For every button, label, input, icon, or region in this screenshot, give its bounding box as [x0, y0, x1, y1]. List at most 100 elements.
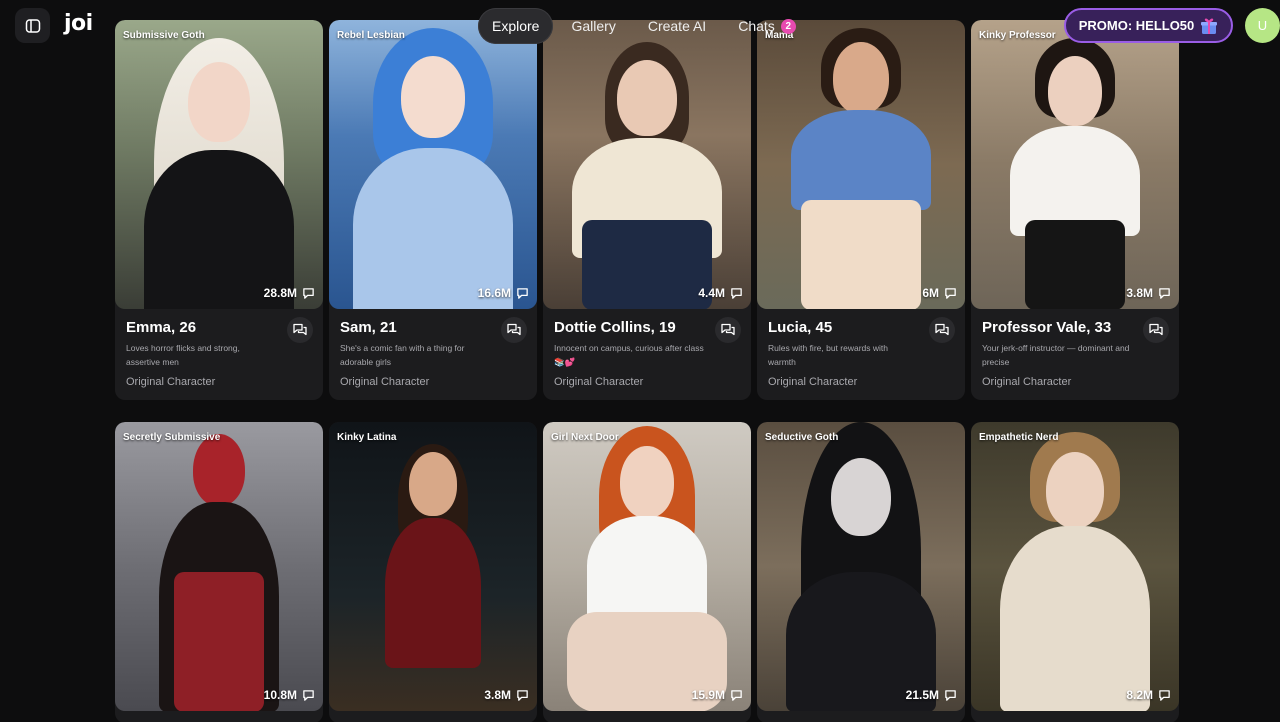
character-card[interactable]: Submissive Goth 28.8M Emma, 26 Loves hor…	[115, 20, 323, 400]
character-name: Emma, 26	[126, 319, 197, 336]
tab-label: Explore	[492, 18, 540, 34]
chat-bubble-icon	[303, 287, 314, 299]
character-name: Professor Vale, 33	[982, 319, 1112, 336]
character-grid: Submissive Goth 28.8M Emma, 26 Loves hor…	[115, 20, 1179, 400]
character-name: Sam, 21	[340, 319, 397, 336]
start-chat-button[interactable]	[1143, 317, 1169, 343]
sidebar-icon	[25, 18, 40, 33]
chat-bubble-icon	[517, 287, 528, 299]
portrait-art	[329, 20, 537, 309]
chat-count: 4.4M	[698, 286, 743, 300]
tab-create-ai[interactable]: Create AI	[634, 8, 720, 44]
card-info: Dottie Collins, 19 Innocent on campus, c…	[543, 309, 751, 400]
chat-count: 10.8M	[264, 688, 315, 702]
character-card[interactable]: Girl Next Door 15.9M	[543, 422, 751, 722]
character-description: Your jerk-off instructor — dominant and …	[982, 343, 1130, 367]
app-logo[interactable]: joi	[64, 11, 93, 36]
start-chat-button[interactable]	[501, 317, 527, 343]
avatar-initial: U	[1257, 18, 1268, 33]
character-origin: Original Character	[340, 376, 430, 388]
portrait-art	[115, 20, 323, 309]
character-card[interactable]: Seductive Goth 21.5M	[757, 422, 965, 722]
character-description: She's a comic fan with a thing for adora…	[340, 343, 465, 367]
chat-count: 3.8M	[484, 688, 529, 702]
character-origin: Original Character	[768, 376, 858, 388]
chat-count: 15.9M	[692, 688, 743, 702]
character-tag: Empathetic Nerd	[979, 432, 1059, 443]
count-value: 10.8M	[263, 688, 297, 702]
tab-label: Gallery	[571, 18, 616, 34]
chat-count: 8.2M	[1126, 688, 1171, 702]
tab-label: Chats	[738, 18, 775, 34]
character-tag: Kinky Latina	[337, 432, 397, 443]
count-value: 3.8M	[1126, 286, 1153, 300]
portrait-art	[543, 422, 751, 711]
start-chat-button[interactable]	[715, 317, 741, 343]
chat-bubble-icon	[731, 689, 742, 701]
character-image[interactable]: Seductive Goth 21.5M	[757, 422, 965, 711]
count-value: 21.5M	[905, 688, 939, 702]
promo-label: PROMO: HELLO50	[1078, 18, 1195, 33]
character-tag: Seductive Goth	[765, 432, 839, 443]
chat-icon	[721, 323, 735, 336]
sidebar-toggle-button[interactable]	[15, 8, 50, 43]
character-card[interactable]: Empathetic Nerd 8.2M	[971, 422, 1179, 722]
character-image[interactable]: Girl Next Door 15.9M	[543, 422, 751, 711]
portrait-art	[543, 20, 751, 309]
chat-bubble-icon	[731, 287, 742, 299]
count-value: 16.6M	[477, 286, 511, 300]
chat-icon	[935, 323, 949, 336]
tab-label: Create AI	[647, 18, 707, 34]
character-image[interactable]: Mama 6M	[757, 20, 965, 309]
portrait-art	[757, 20, 965, 309]
start-chat-button[interactable]	[287, 317, 313, 343]
chat-count: 16.6M	[478, 286, 529, 300]
character-card[interactable]: Rebel Lesbian 16.6M Sam, 21 She's a comi…	[329, 20, 537, 400]
count-value: 4.4M	[698, 286, 725, 300]
tab-gallery[interactable]: Gallery	[557, 8, 629, 44]
character-image[interactable]: Rebel Lesbian 16.6M	[329, 20, 537, 309]
count-value: 15.9M	[691, 688, 725, 702]
character-image[interactable]: Secretly Submissive 10.8M	[115, 422, 323, 711]
portrait-art	[971, 422, 1179, 711]
character-image[interactable]: Kinky Professor 3.8M	[971, 20, 1179, 309]
chat-count: 28.8M	[264, 286, 315, 300]
chat-bubble-icon	[517, 689, 528, 701]
user-avatar[interactable]: U	[1245, 8, 1280, 43]
main-nav: Explore Gallery Create AI Chats 2	[478, 8, 810, 44]
character-card[interactable]: Mama 6M Lucia, 45 Rules with fire, but r…	[757, 20, 965, 400]
chat-count: 3.8M	[1126, 286, 1171, 300]
card-info: Lucia, 45 Rules with fire, but rewards w…	[757, 309, 965, 400]
character-card[interactable]: Secretly Submissive 10.8M	[115, 422, 323, 722]
chat-icon	[507, 323, 521, 336]
character-image[interactable]: Empathetic Nerd 8.2M	[971, 422, 1179, 711]
chat-bubble-icon	[303, 689, 314, 701]
character-origin: Original Character	[554, 376, 644, 388]
chat-icon	[293, 323, 307, 336]
character-description: Rules with fire, but rewards with warmth	[768, 343, 888, 367]
unread-badge: 2	[780, 18, 796, 34]
tab-explore[interactable]: Explore	[478, 8, 554, 44]
character-description: Loves horror flicks and strong, assertiv…	[126, 343, 240, 367]
chat-bubble-icon	[1159, 689, 1170, 701]
character-grid-row-2: Secretly Submissive 10.8M Kinky Latina 3…	[115, 422, 1179, 722]
card-info: Emma, 26 Loves horror flicks and strong,…	[115, 309, 323, 400]
character-origin: Original Character	[982, 376, 1072, 388]
character-card[interactable]: Kinky Professor 3.8M Professor Vale, 33 …	[971, 20, 1179, 400]
character-tag: Girl Next Door	[551, 432, 619, 443]
character-image[interactable]: 4.4M	[543, 20, 751, 309]
character-name: Lucia, 45	[768, 319, 833, 336]
count-value: 28.8M	[263, 286, 297, 300]
character-image[interactable]: Kinky Latina 3.8M	[329, 422, 537, 711]
portrait-art	[971, 20, 1179, 309]
promo-button[interactable]: PROMO: HELLO50	[1064, 8, 1233, 43]
tab-chats[interactable]: Chats 2	[724, 8, 810, 44]
gift-icon	[1201, 18, 1218, 34]
character-card[interactable]: Kinky Latina 3.8M	[329, 422, 537, 722]
character-tag: Secretly Submissive	[123, 432, 221, 443]
chat-bubble-icon	[1159, 287, 1170, 299]
character-card[interactable]: 4.4M Dottie Collins, 19 Innocent on camp…	[543, 20, 751, 400]
portrait-art	[329, 422, 537, 711]
character-image[interactable]: Submissive Goth 28.8M	[115, 20, 323, 309]
start-chat-button[interactable]	[929, 317, 955, 343]
